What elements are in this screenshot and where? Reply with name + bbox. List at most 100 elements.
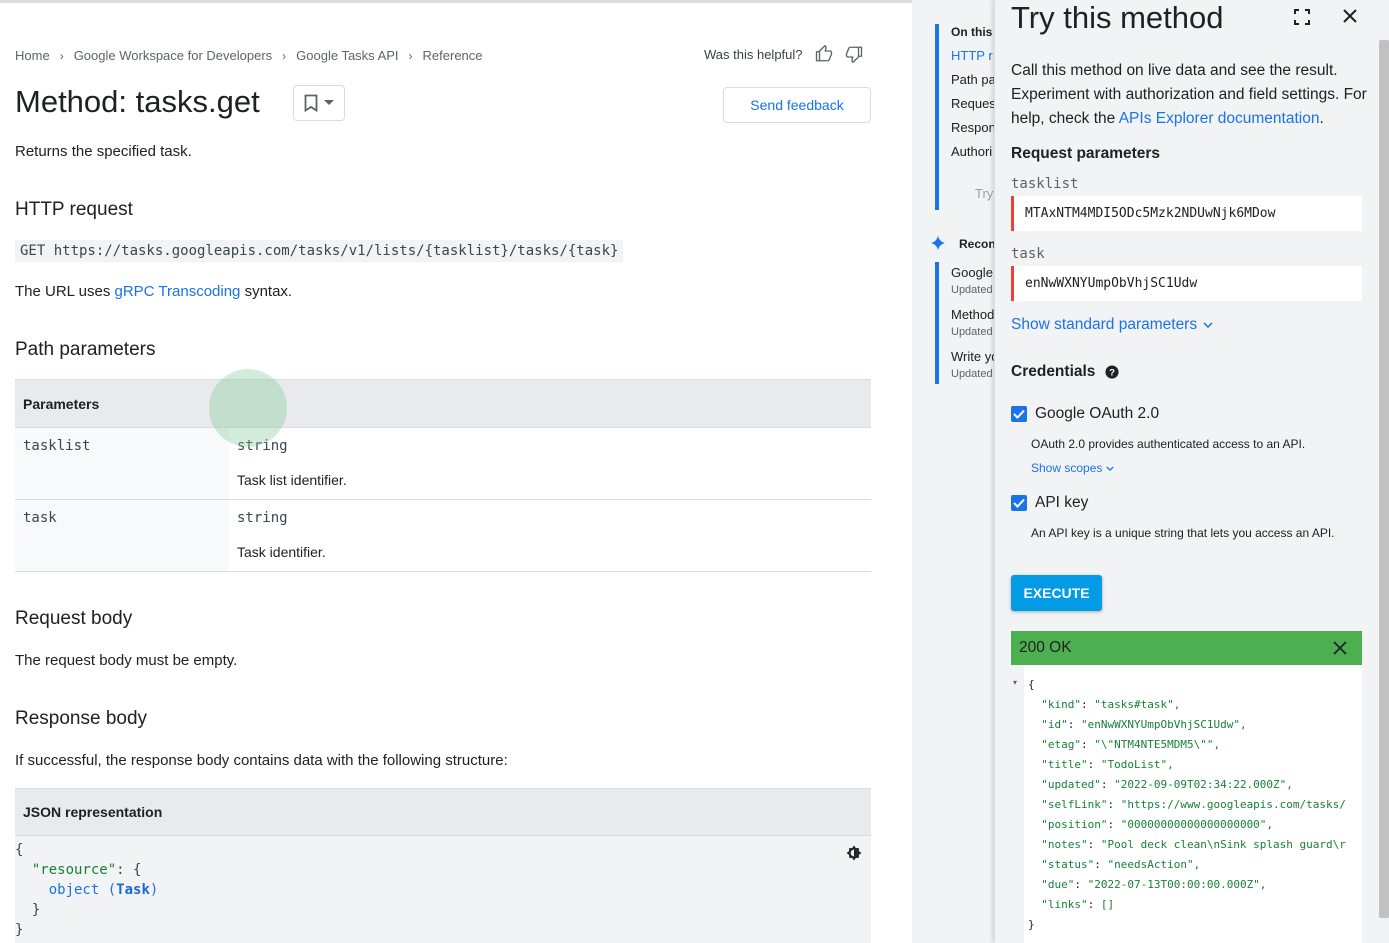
rec-item-title[interactable]: Write yo: [951, 349, 994, 364]
chevron-down-icon: [1106, 465, 1115, 471]
apis-explorer-link[interactable]: APIs Explorer documentation: [1119, 110, 1320, 127]
show-scopes-label: Show scopes: [1031, 461, 1103, 475]
param-type: string: [237, 438, 288, 454]
oauth-option[interactable]: Google OAuth 2.0: [1011, 405, 1159, 423]
fullscreen-icon[interactable]: [1293, 8, 1311, 26]
thumbs-up-icon[interactable]: [815, 45, 833, 63]
json-value: "\"NTM4NTE5MDM5\"",: [1094, 738, 1221, 751]
api-key-description: An API key is a unique string that lets …: [1031, 526, 1335, 540]
check-icon: [1013, 498, 1025, 508]
breadcrumb-reference[interactable]: Reference: [423, 48, 483, 63]
toc-item-response[interactable]: Respon: [951, 120, 994, 135]
param-desc: Task list identifier.: [237, 472, 347, 488]
page-title: Method: tasks.get: [15, 84, 260, 119]
toc-item-http[interactable]: HTTP r: [951, 48, 993, 63]
task-input[interactable]: enNwWXNYUmpObVhjSC1Udw: [1011, 266, 1362, 301]
toc-heading: On this: [951, 25, 993, 39]
breadcrumb-home[interactable]: Home: [15, 48, 50, 63]
toc-item-request[interactable]: Reques: [951, 96, 994, 111]
rec-item-sub: Updated: [951, 368, 993, 380]
oauth-checkbox[interactable]: [1011, 406, 1027, 422]
close-icon[interactable]: [1340, 6, 1360, 26]
json-value: "00000000000000000000",: [1120, 818, 1274, 831]
rec-item-title[interactable]: Method: [951, 307, 994, 322]
response-body-heading: Response body: [15, 708, 148, 729]
toc-item-try[interactable]: Try: [975, 186, 993, 201]
url-note: The URL uses gRPC Transcoding syntax.: [15, 283, 292, 300]
json-line: }: [1028, 915, 1346, 935]
json-line: "due": "2022-07-13T00:00:00.000Z",: [1041, 878, 1267, 891]
response-json: { "kind": "tasks#task", "id": "enNwWXNYU…: [1028, 675, 1346, 935]
json-key: "status": [1041, 858, 1095, 871]
panel-title: Try this method: [1011, 0, 1224, 35]
fold-toggle-icon[interactable]: ▾: [1013, 678, 1017, 687]
json-representation-header: JSON representation: [15, 788, 871, 836]
tasklist-input[interactable]: MTAxNTM4MDI5ODc5Mzk2NDUwNjk6MDow: [1011, 196, 1362, 231]
response-body-text: If successful, the response body contain…: [15, 752, 508, 769]
recommended-indicator: [935, 262, 939, 384]
api-key-label: API key: [1035, 494, 1089, 511]
check-icon: [1013, 409, 1025, 419]
json-punct: (: [99, 882, 117, 898]
task-type-link[interactable]: Task: [116, 882, 150, 898]
table-of-contents: On this HTTP r Path pa Reques Respon Aut…: [912, 0, 994, 943]
breadcrumb-tasks-api[interactable]: Google Tasks API: [296, 48, 398, 63]
http-request-heading: HTTP request: [15, 199, 133, 220]
response-status-bar: 200 OK: [1011, 631, 1362, 665]
sparkle-icon: [931, 235, 945, 251]
toc-indicator: [935, 24, 939, 210]
json-key: "due": [1041, 878, 1075, 891]
json-value: "https://www.googleapis.com/tasks/: [1120, 798, 1346, 811]
url-note-suffix: syntax.: [240, 283, 293, 300]
breadcrumb-workspace[interactable]: Google Workspace for Developers: [74, 48, 272, 63]
json-value: "2022-09-09T02:34:22.000Z",: [1114, 778, 1293, 791]
close-icon[interactable]: [1332, 640, 1348, 656]
execute-button[interactable]: EXECUTE: [1011, 575, 1102, 611]
caret-down-icon: [324, 100, 334, 105]
json-line: "title": "TodoList",: [1041, 758, 1174, 771]
send-feedback-button[interactable]: Send feedback: [723, 87, 871, 123]
json-line: "links": []: [1041, 898, 1115, 911]
tasklist-label: tasklist: [1011, 176, 1079, 192]
param-name: task: [15, 499, 229, 572]
rec-item-title[interactable]: Google: [951, 265, 993, 280]
json-keyword: object: [48, 882, 100, 898]
api-key-option[interactable]: API key: [1011, 494, 1088, 512]
json-value: "needsAction",: [1107, 858, 1201, 871]
json-punct: : {: [116, 862, 142, 878]
json-line: "status": "needsAction",: [1041, 858, 1201, 871]
thumbs-down-icon[interactable]: [845, 45, 863, 63]
json-key: "position": [1041, 818, 1108, 831]
json-punct: {: [1028, 678, 1035, 691]
json-key: "notes": [1041, 838, 1088, 851]
show-scopes-button[interactable]: Show scopes: [1031, 461, 1115, 475]
json-code: { "resource": { object (Task) } }: [15, 836, 871, 940]
bookmark-button[interactable]: [293, 85, 345, 121]
dark-mode-icon[interactable]: [845, 844, 863, 862]
request-parameters-heading: Request parameters: [1011, 145, 1161, 162]
chevron-down-icon: [1203, 322, 1213, 328]
svg-text:?: ?: [1109, 367, 1115, 378]
panel-scrollbar[interactable]: [1379, 40, 1389, 918]
json-value: "enNwWXNYUmpObVhjSC1Udw",: [1081, 718, 1247, 731]
toc-item-path[interactable]: Path pa: [951, 72, 994, 87]
help-icon[interactable]: ?: [1105, 365, 1119, 379]
json-line: "etag": "\"NTM4NTE5MDM5\"",: [1041, 738, 1221, 751]
json-key: "selfLink": [1041, 798, 1108, 811]
try-this-method-panel: Try this method Call this method on live…: [994, 0, 1389, 943]
path-parameters-table: Parameters tasklist string Task list iden…: [15, 379, 871, 572]
toc-item-auth[interactable]: Authori: [951, 144, 992, 159]
panel-description: Call this method on live data and see th…: [1011, 59, 1371, 131]
json-value: "2022-07-13T00:00:00.000Z",: [1087, 878, 1267, 891]
task-label: task: [1011, 246, 1045, 262]
json-key: "title": [1041, 758, 1088, 771]
url-note-prefix: The URL uses: [15, 283, 115, 300]
json-line: }: [31, 902, 41, 918]
response-status: 200 OK: [1019, 639, 1072, 656]
api-key-checkbox[interactable]: [1011, 495, 1027, 511]
recommended-heading: Recon: [959, 237, 994, 251]
grpc-transcoding-link[interactable]: gRPC Transcoding: [115, 283, 241, 300]
json-line: "selfLink": "https://www.googleapis.com/…: [1041, 798, 1346, 811]
show-standard-parameters-button[interactable]: Show standard parameters: [1011, 316, 1213, 334]
table-row: tasklist string Task list identifier.: [15, 427, 871, 500]
